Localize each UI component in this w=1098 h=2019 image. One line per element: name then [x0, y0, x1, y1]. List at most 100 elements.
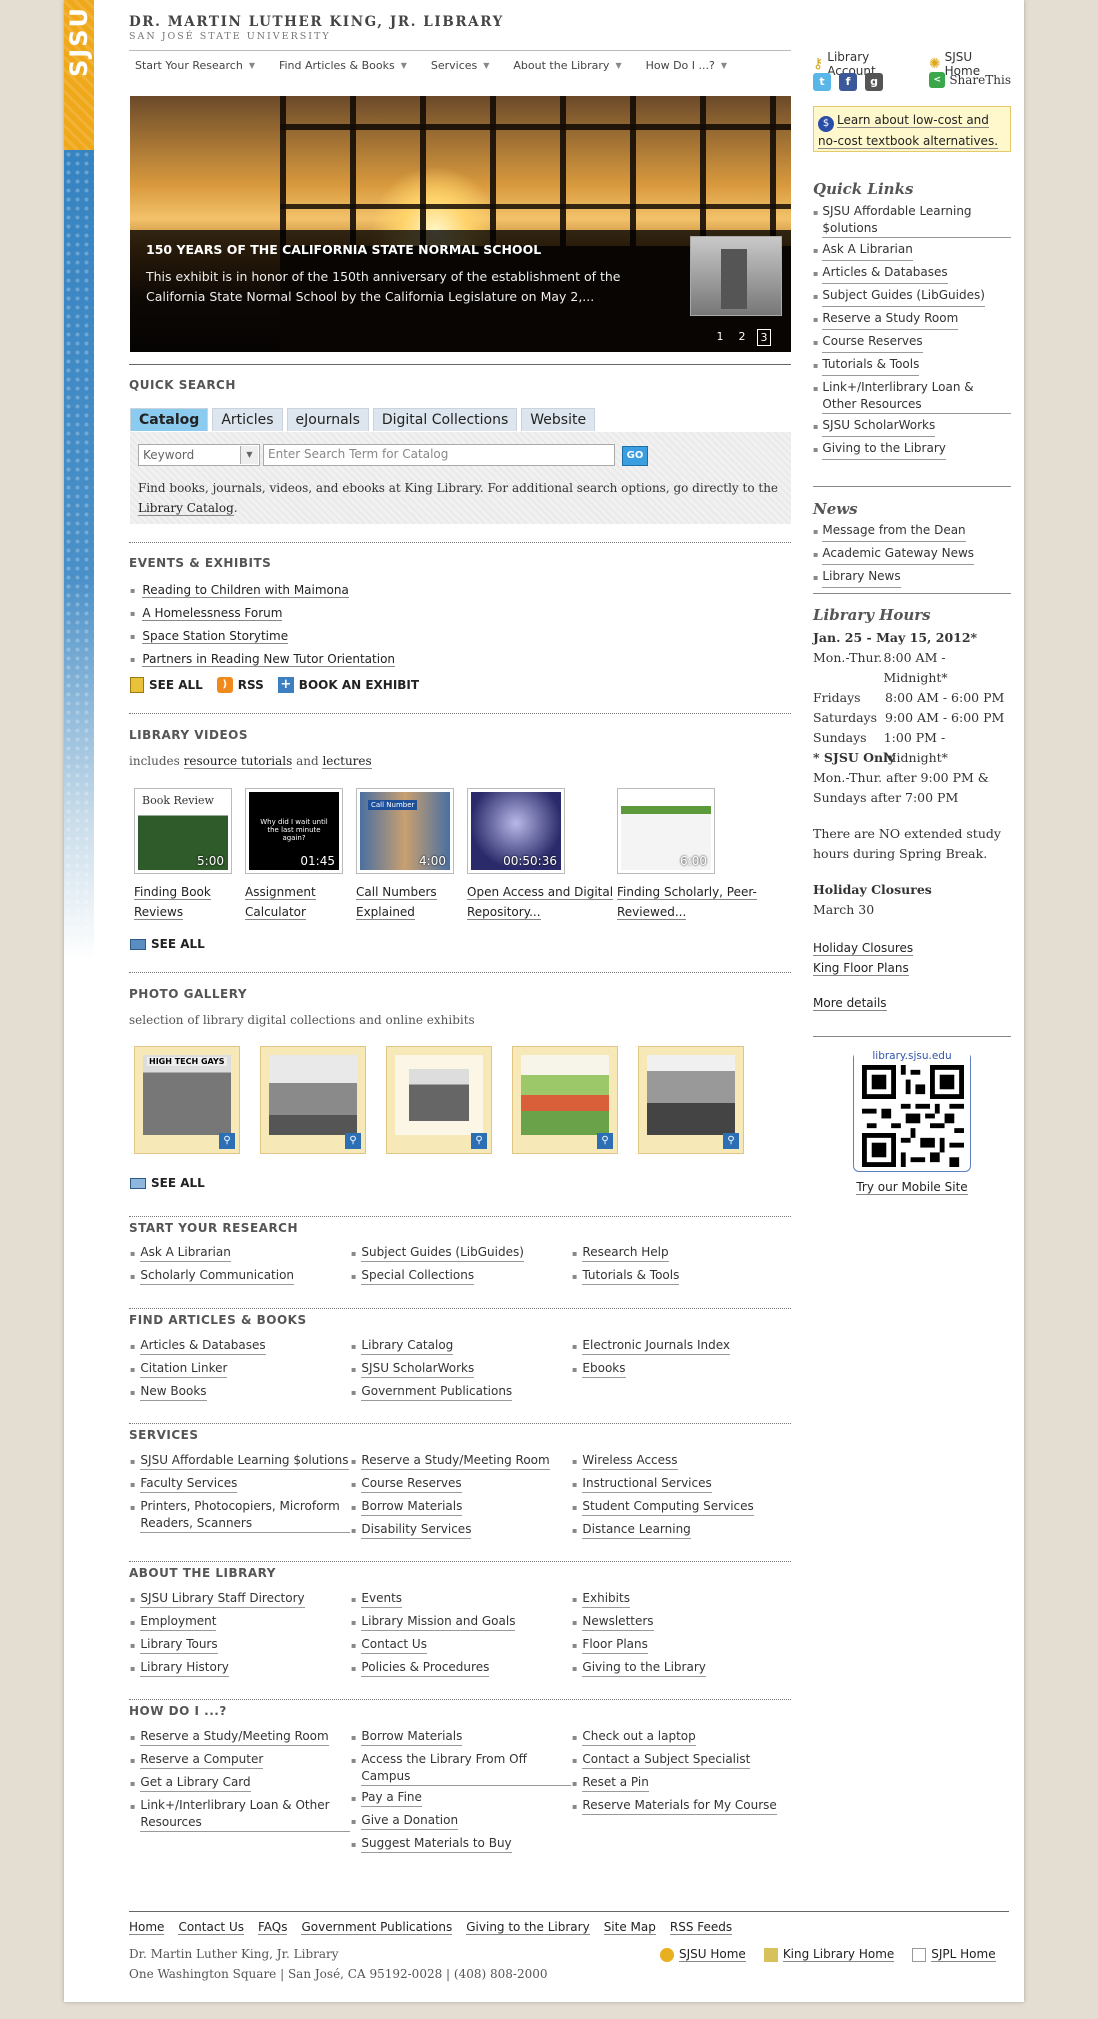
link[interactable]: Link+/Interlibrary Loan & Other Resource…	[140, 1797, 350, 1832]
list-item[interactable]: Reset a Pin	[572, 1774, 792, 1794]
list-item[interactable]: SJSU ScholarWorks	[351, 1360, 571, 1380]
link[interactable]: Reset a Pin	[582, 1774, 649, 1792]
link[interactable]: Newsletters	[582, 1613, 654, 1631]
video-title[interactable]: Call Numbers Explained	[356, 885, 437, 920]
link[interactable]: Give a Donation	[361, 1812, 459, 1830]
holiday-closures-link[interactable]: Holiday Closures	[813, 941, 914, 956]
link[interactable]: Special Collections	[361, 1267, 475, 1285]
list-item[interactable]: Library News	[813, 568, 1011, 588]
link[interactable]: Get a Library Card	[140, 1774, 251, 1792]
hero-page-3[interactable]: 3	[757, 329, 771, 346]
link[interactable]: Link+/Interlibrary Loan & Other Resource…	[822, 379, 1011, 414]
list-item[interactable]: Check out a laptop	[572, 1728, 792, 1748]
link[interactable]: Scholarly Communication	[140, 1267, 295, 1285]
nav-how-do-i[interactable]: How Do I ...? ▼	[646, 59, 727, 72]
list-item[interactable]: Academic Gateway News	[813, 545, 1011, 565]
link[interactable]: Student Computing Services	[582, 1498, 754, 1516]
link[interactable]: Reserve Materials for My Course	[582, 1797, 777, 1815]
zoom-icon[interactable]: ⚲	[345, 1133, 361, 1149]
gallery-photo[interactable]: ⚲	[260, 1046, 366, 1154]
footer-link-home[interactable]: Home	[129, 1920, 165, 1935]
zoom-icon[interactable]: ⚲	[471, 1133, 487, 1149]
list-item[interactable]: Reserve Materials for My Course	[572, 1797, 792, 1817]
list-item[interactable]: Newsletters	[572, 1613, 792, 1633]
events-rss[interactable]: ) RSS	[216, 677, 264, 693]
link[interactable]: Ebooks	[582, 1360, 626, 1378]
link[interactable]: Floor Plans	[582, 1636, 648, 1654]
list-item[interactable]: Reserve a Study/Meeting Room	[130, 1728, 350, 1748]
link[interactable]: Giving to the Library	[582, 1659, 706, 1677]
list-item[interactable]: Scholarly Communication	[130, 1267, 350, 1287]
link[interactable]: Giving to the Library	[822, 440, 946, 460]
list-item[interactable]: Subject Guides (LibGuides)	[813, 287, 1011, 307]
link[interactable]: Reserve a Study/Meeting Room	[140, 1728, 329, 1746]
list-item[interactable]: Faculty Services	[130, 1475, 350, 1495]
events-see-all[interactable]: SEE ALL	[130, 677, 203, 693]
list-item[interactable]: Course Reserves	[351, 1475, 571, 1495]
link[interactable]: Wireless Access	[582, 1452, 678, 1470]
link[interactable]: Library News	[822, 568, 901, 588]
link[interactable]: Library History	[140, 1659, 229, 1677]
hero-title[interactable]: 150 YEARS OF THE CALIFORNIA STATE NORMAL…	[146, 242, 541, 257]
list-item[interactable]: Giving to the Library	[813, 440, 1011, 460]
sjsu-logo-strip[interactable]: SJSU	[64, 0, 94, 960]
tab-articles[interactable]: Articles	[212, 408, 283, 431]
link[interactable]: Government Publications	[361, 1383, 513, 1401]
link[interactable]: Message from the Dean	[822, 522, 966, 542]
link[interactable]: Suggest Materials to Buy	[361, 1835, 512, 1853]
link[interactable]: Subject Guides (LibGuides)	[822, 287, 985, 307]
library-catalog-link[interactable]: Library Catalog	[138, 501, 234, 516]
list-item[interactable]: Link+/Interlibrary Loan & Other Resource…	[130, 1797, 350, 1832]
list-item[interactable]: Government Publications	[351, 1383, 571, 1403]
zoom-icon[interactable]: ⚲	[723, 1133, 739, 1149]
list-item[interactable]: Articles & Databases	[130, 1337, 350, 1357]
video-thumbnail[interactable]: Book Review 5:00	[134, 788, 232, 874]
list-item[interactable]: Library Mission and Goals	[351, 1613, 571, 1633]
list-item[interactable]: Subject Guides (LibGuides)	[351, 1244, 571, 1264]
video-item[interactable]: 00:50:36 Open Access and Digital Reposit…	[467, 788, 617, 922]
mobile-site-link[interactable]: Try our Mobile Site	[856, 1180, 968, 1195]
list-item[interactable]: Electronic Journals Index	[572, 1337, 792, 1357]
hero-page-1[interactable]: 1	[713, 329, 727, 346]
link[interactable]: SJSU Library Staff Directory	[140, 1590, 305, 1608]
resource-tutorials-link[interactable]: resource tutorials	[183, 754, 293, 769]
google-icon[interactable]: g	[865, 73, 883, 91]
event-link[interactable]: Partners in Reading New Tutor Orientatio…	[142, 652, 396, 667]
list-item[interactable]: Give a Donation	[351, 1812, 571, 1832]
list-item[interactable]: Contact Us	[351, 1636, 571, 1656]
link[interactable]: Faculty Services	[140, 1475, 238, 1493]
list-item[interactable]: Reserve a Study/Meeting Room	[351, 1452, 571, 1472]
link[interactable]: SJSU ScholarWorks	[361, 1360, 475, 1378]
list-item[interactable]: Get a Library Card	[130, 1774, 350, 1794]
link[interactable]: SJSU ScholarWorks	[822, 417, 936, 437]
link[interactable]: Library Tours	[140, 1636, 218, 1654]
footer-link-giving[interactable]: Giving to the Library	[466, 1920, 590, 1935]
facebook-icon[interactable]: f	[839, 73, 857, 91]
gallery-photo[interactable]: ⚲	[386, 1046, 492, 1154]
list-item[interactable]: Borrow Materials	[351, 1498, 571, 1518]
link[interactable]: Reserve a Study Room	[822, 310, 959, 330]
tab-catalog[interactable]: Catalog	[130, 408, 209, 431]
list-item[interactable]: Reserve a Computer	[130, 1751, 350, 1771]
link[interactable]: Academic Gateway News	[822, 545, 975, 565]
link[interactable]: SJSU Affordable Learning $olutions	[140, 1452, 349, 1470]
hero-slideshow[interactable]: 150 YEARS OF THE CALIFORNIA STATE NORMAL…	[130, 96, 791, 352]
list-item[interactable]: Suggest Materials to Buy	[351, 1835, 571, 1855]
video-thumbnail[interactable]: 6:00	[617, 788, 715, 874]
video-thumbnail[interactable]: Why did I wait until the last minute aga…	[245, 788, 343, 874]
mobile-qr-code[interactable]: library.sjsu.edu	[853, 1050, 971, 1172]
footer-link-rss[interactable]: RSS Feeds	[669, 1920, 733, 1935]
zoom-icon[interactable]: ⚲	[597, 1133, 613, 1149]
list-item[interactable]: SJSU ScholarWorks	[813, 417, 1011, 437]
link[interactable]: Citation Linker	[140, 1360, 228, 1378]
link[interactable]: Policies & Procedures	[361, 1659, 490, 1677]
list-item[interactable]: Link+/Interlibrary Loan & Other Resource…	[813, 379, 1011, 414]
link[interactable]: Borrow Materials	[361, 1498, 463, 1516]
list-item[interactable]: Ask A Librarian	[813, 241, 1011, 261]
link[interactable]: New Books	[140, 1383, 207, 1401]
link[interactable]: Subject Guides (LibGuides)	[361, 1244, 524, 1262]
footer-link-faqs[interactable]: FAQs	[257, 1920, 288, 1935]
list-item[interactable]: SJSU Library Staff Directory	[130, 1590, 350, 1610]
link[interactable]: Distance Learning	[582, 1521, 691, 1539]
link[interactable]: Events	[361, 1590, 403, 1608]
